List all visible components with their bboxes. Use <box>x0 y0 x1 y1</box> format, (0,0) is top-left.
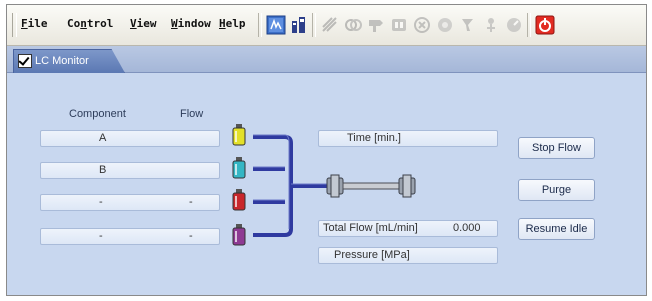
toolbar-grip[interactable] <box>12 13 17 37</box>
resume-idle-button[interactable]: Resume Idle <box>518 218 595 240</box>
total-flow-readout: Total Flow [mL/min] 0.000 <box>318 220 498 237</box>
total-flow-value: 0.000 <box>453 222 481 234</box>
component-header: Component <box>69 108 126 120</box>
menu-toolbar-bar: File Control View Window Help <box>7 5 646 46</box>
gauge-icon[interactable] <box>503 14 525 36</box>
solvent-bottle-c-icon <box>232 189 246 211</box>
component-flow: - <box>189 196 193 208</box>
total-flow-label: Total Flow [mL/min] <box>323 222 418 234</box>
component-name: - <box>99 230 103 242</box>
component-row[interactable]: -- <box>40 228 220 245</box>
menu-help-mnemonic: H <box>219 17 226 30</box>
pressure-label: Pressure [MPa] <box>334 249 410 261</box>
application-window: File Control View Window Help LC Monitor… <box>6 4 647 296</box>
link-icon[interactable] <box>342 14 364 36</box>
menu-help[interactable]: Help <box>219 17 246 30</box>
toolbar-separator <box>527 13 531 37</box>
menu-control-mnemonic: n <box>80 17 87 30</box>
menu-file-label: ile <box>27 17 48 30</box>
tab-label: LC Monitor <box>35 55 89 67</box>
menu-control-label-end: trol <box>86 17 114 30</box>
menu-view-label: iew <box>136 17 157 30</box>
menu-view[interactable]: View <box>130 17 157 30</box>
probe-icon[interactable] <box>365 14 387 36</box>
menu-view-mnemonic: V <box>130 17 137 30</box>
solvent-bottle-d-icon <box>232 224 246 246</box>
valve-icon[interactable] <box>480 14 502 36</box>
menu-file[interactable]: File <box>21 17 48 30</box>
toolbar-separator <box>258 13 262 37</box>
component-name: B <box>99 164 107 176</box>
menu-help-label: elp <box>225 17 246 30</box>
vial-tray-icon[interactable] <box>388 14 410 36</box>
tool-icon[interactable] <box>457 14 479 36</box>
component-name: A <box>99 132 107 144</box>
solvent-bottle-b-icon <box>232 157 246 179</box>
method-icon[interactable] <box>319 14 341 36</box>
tab-lc-monitor[interactable]: LC Monitor <box>13 49 125 73</box>
menu-file-mnemonic: F <box>21 17 28 30</box>
component-name: - <box>99 196 103 208</box>
menu-control[interactable]: Control <box>67 17 113 30</box>
power-icon[interactable] <box>534 14 556 36</box>
monitor-icon[interactable] <box>265 14 287 36</box>
time-readout: Time [min.] <box>318 130 498 147</box>
component-row[interactable]: A <box>40 130 220 147</box>
lc-monitor-panel: Component Flow A B -- -- Time [min.] Tot… <box>7 73 646 295</box>
component-row[interactable]: -- <box>40 194 220 211</box>
stop-flow-button[interactable]: Stop Flow <box>518 137 595 159</box>
flow-header: Flow <box>180 108 204 120</box>
settings-icon[interactable] <box>434 14 456 36</box>
component-flow: - <box>189 230 193 242</box>
time-label: Time [min.] <box>347 132 401 144</box>
tab-strip: LC Monitor <box>7 46 646 73</box>
menu-window-label: indow <box>177 17 211 30</box>
menu-window[interactable]: Window <box>171 17 211 30</box>
tab-checkbox[interactable] <box>18 54 32 68</box>
menu-window-mnemonic: W <box>171 17 178 30</box>
menu-control-label-start: Co <box>67 17 81 30</box>
stop-circle-icon[interactable] <box>411 14 433 36</box>
solvent-bottle-a-icon <box>232 124 246 146</box>
analysis-icon[interactable] <box>288 14 310 36</box>
purge-button[interactable]: Purge <box>518 179 595 201</box>
toolbar-separator <box>312 13 316 37</box>
pressure-readout: Pressure [MPa] <box>318 247 498 264</box>
component-row[interactable]: B <box>40 162 220 179</box>
